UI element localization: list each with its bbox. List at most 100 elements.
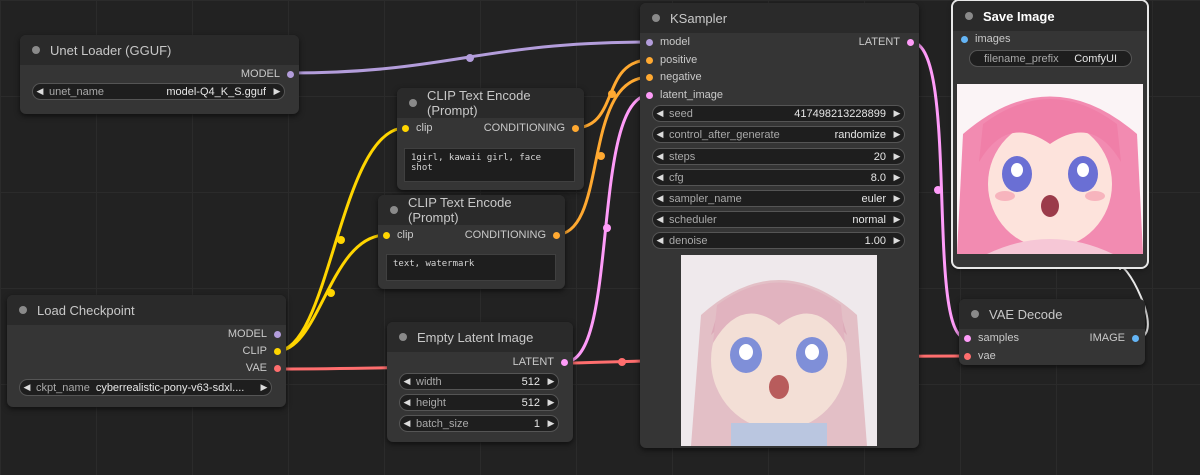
collapse-dot-icon[interactable] bbox=[652, 14, 660, 22]
vae-decode-vae-input[interactable]: vae bbox=[964, 348, 996, 364]
combo-right-arrow-icon[interactable]: ▶ bbox=[270, 86, 284, 97]
samples-input-pin[interactable] bbox=[964, 334, 971, 342]
empty-latent-node[interactable]: Empty Latent Image LATENT ◀ width 512 ▶ … bbox=[387, 322, 573, 442]
unet-loader-node[interactable]: Unet Loader (GGUF) MODEL ◀ unet_name mod… bbox=[20, 35, 299, 114]
sampler-name-combo[interactable]: ◀ sampler_name euler ▶ bbox=[652, 190, 905, 207]
decrement-arrow-icon[interactable]: ◀ bbox=[400, 376, 414, 387]
collapse-dot-icon[interactable] bbox=[32, 46, 40, 54]
collapse-dot-icon[interactable] bbox=[390, 206, 398, 214]
conditioning-positive-output[interactable]: CONDITIONING bbox=[484, 120, 579, 136]
collapse-dot-icon[interactable] bbox=[19, 306, 27, 314]
ksampler-positive-input[interactable]: positive bbox=[646, 52, 697, 68]
combo-right-arrow-icon[interactable]: ▶ bbox=[890, 193, 904, 204]
negative-input-pin[interactable] bbox=[646, 73, 653, 81]
empty-latent-output[interactable]: LATENT bbox=[513, 354, 568, 370]
conditioning-output-pin[interactable] bbox=[572, 124, 579, 132]
conditioning-negative-output[interactable]: CONDITIONING bbox=[465, 227, 560, 243]
ksampler-header[interactable]: KSampler bbox=[640, 3, 919, 33]
filename-prefix-text[interactable]: filename_prefix ComfyUI bbox=[969, 50, 1132, 67]
increment-arrow-icon[interactable]: ▶ bbox=[890, 108, 904, 119]
vae-output-pin[interactable] bbox=[274, 364, 281, 372]
latent-output-pin[interactable] bbox=[561, 358, 568, 366]
empty-latent-header[interactable]: Empty Latent Image bbox=[387, 322, 573, 352]
combo-left-arrow-icon[interactable]: ◀ bbox=[653, 214, 667, 225]
cfg-number[interactable]: ◀ cfg 8.0 ▶ bbox=[652, 169, 905, 186]
save-image-images-input[interactable]: images bbox=[961, 31, 1010, 47]
ckpt-name-combo[interactable]: ◀ ckpt_name cyberrealistic-pony-v63-sdxl… bbox=[19, 379, 272, 396]
steps-number[interactable]: ◀ steps 20 ▶ bbox=[652, 148, 905, 165]
seed-number[interactable]: ◀ seed 417498213228899 ▶ bbox=[652, 105, 905, 122]
width-number[interactable]: ◀ width 512 ▶ bbox=[399, 373, 559, 390]
checkpoint-model-output[interactable]: MODEL bbox=[228, 326, 281, 342]
save-image-header[interactable]: Save Image bbox=[953, 1, 1147, 31]
increment-arrow-icon[interactable]: ▶ bbox=[544, 418, 558, 429]
combo-right-arrow-icon[interactable]: ▶ bbox=[257, 382, 271, 393]
ksampler-latent-output[interactable]: LATENT bbox=[859, 34, 914, 50]
load-checkpoint-header[interactable]: Load Checkpoint bbox=[7, 295, 286, 325]
vae-decode-samples-input[interactable]: samples bbox=[964, 330, 1019, 346]
decrement-arrow-icon[interactable]: ◀ bbox=[653, 172, 667, 183]
clip-input-pin[interactable] bbox=[402, 124, 409, 132]
clip-output-pin[interactable] bbox=[274, 347, 281, 355]
load-checkpoint-node[interactable]: Load Checkpoint MODEL CLIP VAE ◀ ckpt_na… bbox=[7, 295, 286, 407]
combo-right-arrow-icon[interactable]: ▶ bbox=[890, 214, 904, 225]
checkpoint-vae-output[interactable]: VAE bbox=[246, 360, 281, 376]
decrement-arrow-icon[interactable]: ◀ bbox=[653, 151, 667, 162]
save-image-node[interactable]: Save Image images filename_prefix ComfyU… bbox=[953, 1, 1147, 267]
latent-input-pin[interactable] bbox=[646, 91, 653, 99]
conditioning-output-pin[interactable] bbox=[553, 231, 560, 239]
combo-left-arrow-icon[interactable]: ◀ bbox=[653, 193, 667, 204]
vae-decode-node[interactable]: VAE Decode samples vae IMAGE bbox=[959, 299, 1145, 365]
clip-positive-input[interactable]: clip bbox=[402, 120, 433, 136]
increment-arrow-icon[interactable]: ▶ bbox=[544, 397, 558, 408]
denoise-number[interactable]: ◀ denoise 1.00 ▶ bbox=[652, 232, 905, 249]
clip-input-pin[interactable] bbox=[383, 231, 390, 239]
vae-decode-header[interactable]: VAE Decode bbox=[959, 299, 1145, 329]
combo-right-arrow-icon[interactable]: ▶ bbox=[890, 129, 904, 140]
collapse-dot-icon[interactable] bbox=[965, 12, 973, 20]
control-after-generate-combo[interactable]: ◀ control_after_generate randomize ▶ bbox=[652, 126, 905, 143]
collapse-dot-icon[interactable] bbox=[399, 333, 407, 341]
clip-encode-negative-header[interactable]: CLIP Text Encode (Prompt) bbox=[378, 195, 565, 225]
model-output-pin[interactable] bbox=[287, 70, 294, 78]
increment-arrow-icon[interactable]: ▶ bbox=[890, 235, 904, 246]
decrement-arrow-icon[interactable]: ◀ bbox=[400, 418, 414, 429]
checkpoint-clip-output[interactable]: CLIP bbox=[243, 343, 281, 359]
latent-output-pin[interactable] bbox=[907, 38, 914, 46]
height-number[interactable]: ◀ height 512 ▶ bbox=[399, 394, 559, 411]
batch-size-number[interactable]: ◀ batch_size 1 ▶ bbox=[399, 415, 559, 432]
images-input-pin[interactable] bbox=[961, 35, 968, 43]
positive-input-pin[interactable] bbox=[646, 56, 653, 64]
decrement-arrow-icon[interactable]: ◀ bbox=[400, 397, 414, 408]
increment-arrow-icon[interactable]: ▶ bbox=[544, 376, 558, 387]
decrement-arrow-icon[interactable]: ◀ bbox=[653, 235, 667, 246]
clip-encode-positive-node[interactable]: CLIP Text Encode (Prompt) clip CONDITION… bbox=[397, 88, 584, 190]
positive-prompt-textarea[interactable]: 1girl, kawaii girl, face shot bbox=[404, 148, 575, 182]
vae-input-pin[interactable] bbox=[964, 352, 971, 360]
clip-encode-positive-header[interactable]: CLIP Text Encode (Prompt) bbox=[397, 88, 584, 118]
clip-encode-negative-node[interactable]: CLIP Text Encode (Prompt) clip CONDITION… bbox=[378, 195, 565, 289]
model-input-pin[interactable] bbox=[646, 38, 653, 46]
ksampler-negative-input[interactable]: negative bbox=[646, 69, 702, 85]
output-image[interactable] bbox=[957, 84, 1143, 254]
unet-name-combo[interactable]: ◀ unet_name model-Q4_K_S.gguf ▶ bbox=[32, 83, 285, 100]
model-output-pin[interactable] bbox=[274, 330, 281, 338]
clip-negative-input[interactable]: clip bbox=[383, 227, 414, 243]
vae-decode-image-output[interactable]: IMAGE bbox=[1090, 330, 1139, 346]
image-output-pin[interactable] bbox=[1132, 334, 1139, 342]
negative-prompt-textarea[interactable]: text, watermark bbox=[386, 254, 556, 281]
increment-arrow-icon[interactable]: ▶ bbox=[890, 172, 904, 183]
ksampler-latent-input[interactable]: latent_image bbox=[646, 87, 723, 103]
decrement-arrow-icon[interactable]: ◀ bbox=[653, 108, 667, 119]
unet-loader-header[interactable]: Unet Loader (GGUF) bbox=[20, 35, 299, 65]
ksampler-model-input[interactable]: model bbox=[646, 34, 690, 50]
ksampler-node[interactable]: KSampler model positive negative latent_… bbox=[640, 3, 919, 448]
combo-left-arrow-icon[interactable]: ◀ bbox=[33, 86, 47, 97]
collapse-dot-icon[interactable] bbox=[971, 310, 979, 318]
unet-loader-model-output[interactable]: MODEL bbox=[241, 66, 294, 82]
collapse-dot-icon[interactable] bbox=[409, 99, 417, 107]
combo-left-arrow-icon[interactable]: ◀ bbox=[653, 129, 667, 140]
increment-arrow-icon[interactable]: ▶ bbox=[890, 151, 904, 162]
scheduler-combo[interactable]: ◀ scheduler normal ▶ bbox=[652, 211, 905, 228]
combo-left-arrow-icon[interactable]: ◀ bbox=[20, 382, 34, 393]
